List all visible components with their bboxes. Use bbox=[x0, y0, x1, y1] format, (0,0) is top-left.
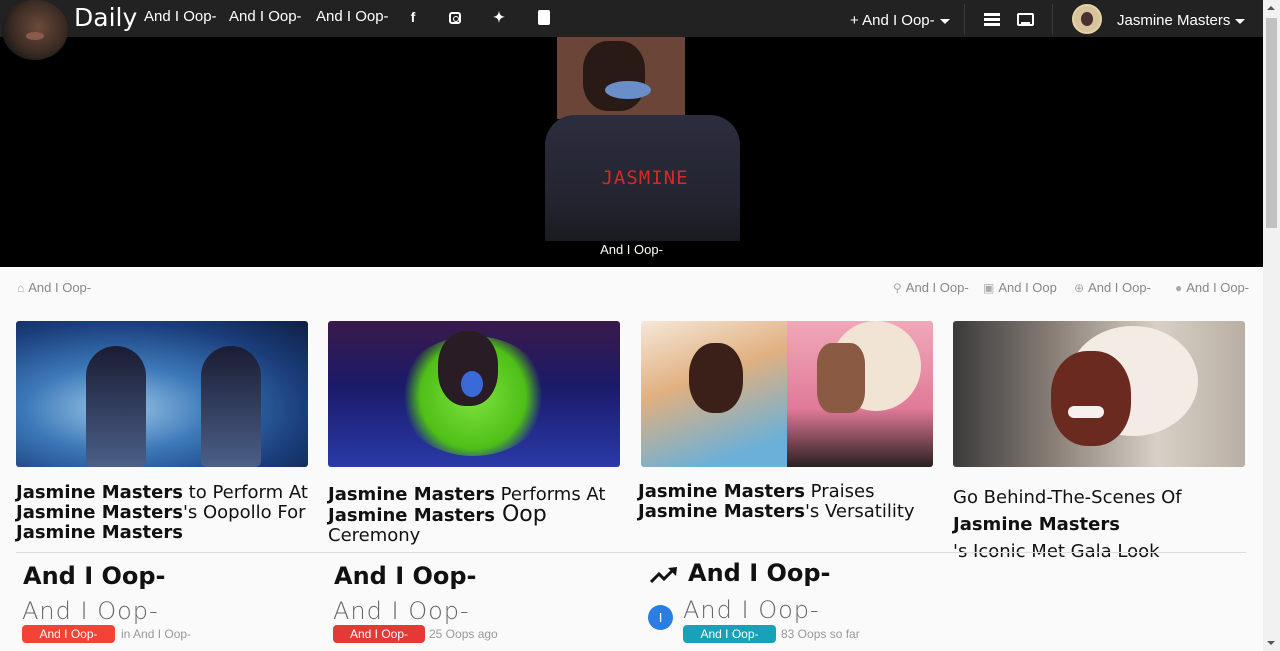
subnav-globe-label: And I Oop- bbox=[1088, 280, 1151, 295]
trending-icon bbox=[650, 567, 677, 584]
title-text: Oop bbox=[494, 502, 547, 527]
article-image-3[interactable] bbox=[641, 321, 933, 467]
subnav-home[interactable]: ⌂ And I Oop- bbox=[17, 280, 91, 295]
title-name: Jasmine Masters bbox=[638, 501, 805, 522]
menu-icon[interactable] bbox=[984, 13, 1000, 26]
globe-icon: ⊕ bbox=[1074, 281, 1085, 295]
widget-meta-1: in And I Oop- bbox=[121, 627, 192, 641]
chevron-down-icon bbox=[939, 18, 950, 24]
article-image-4[interactable] bbox=[953, 321, 1245, 467]
scroll-up-icon[interactable] bbox=[1267, 6, 1275, 10]
title-name: Jasmine Masters bbox=[953, 514, 1120, 535]
navbar-divider bbox=[964, 4, 965, 34]
user-menu-button[interactable]: Jasmine Masters bbox=[1117, 12, 1246, 29]
article-image-1[interactable] bbox=[16, 321, 308, 467]
user-name: Jasmine Masters bbox=[1117, 12, 1231, 29]
title-text: Praises bbox=[804, 481, 875, 502]
title-name: Jasmine Masters bbox=[16, 502, 183, 523]
scroll-thumb[interactable] bbox=[1266, 18, 1277, 228]
instagram-icon[interactable] bbox=[449, 12, 461, 24]
hero-banner: JASMINE And I Oop- bbox=[0, 37, 1263, 267]
youtube-icon[interactable] bbox=[538, 10, 550, 25]
nav-link-1[interactable]: And I Oop- bbox=[144, 8, 217, 25]
subnav-home-label: And I Oop- bbox=[28, 280, 92, 295]
section-divider bbox=[16, 552, 1246, 553]
subnav-globe[interactable]: ⊕ And I Oop- bbox=[1074, 280, 1151, 295]
widget-item-title-3[interactable]: And I Oop- bbox=[683, 596, 820, 624]
twitter-icon[interactable]: ✦ bbox=[491, 9, 507, 26]
widget-heading-3: And I Oop- bbox=[688, 559, 831, 587]
subnav-chat-label: And I Oop- bbox=[1186, 280, 1250, 295]
title-text: Go Behind-The-Scenes Of bbox=[953, 487, 1182, 508]
title-name: Jasmine Masters bbox=[328, 484, 495, 505]
plus-icon: + bbox=[850, 12, 859, 29]
page-scrollbar[interactable] bbox=[1263, 0, 1280, 651]
brand-logo[interactable]: Daily bbox=[74, 3, 137, 32]
navbar-divider bbox=[1052, 4, 1053, 34]
hero-image: JASMINE bbox=[545, 37, 740, 242]
title-name: Jasmine Masters bbox=[16, 482, 183, 503]
widget-meta-2: 25 Oops ago bbox=[429, 627, 498, 641]
facebook-icon[interactable]: f bbox=[405, 9, 421, 25]
user-avatar[interactable] bbox=[1072, 4, 1102, 34]
add-dropdown-button[interactable]: + And I Oop- bbox=[850, 12, 950, 29]
subnav-gallery[interactable]: ▣ And I Oop bbox=[983, 280, 1057, 295]
article-image-2[interactable] bbox=[328, 321, 620, 467]
subnav-search[interactable]: ⚲ And I Oop- bbox=[893, 280, 969, 295]
chevron-down-icon bbox=[1235, 18, 1246, 24]
nav-link-3[interactable]: And I Oop- bbox=[316, 8, 389, 25]
hero-caption: And I Oop- bbox=[600, 242, 663, 257]
article-title-2[interactable]: Jasmine Masters Performs At Jasmine Mast… bbox=[328, 485, 620, 546]
home-icon: ⌂ bbox=[17, 281, 25, 295]
title-text: 's Versatility bbox=[804, 501, 915, 522]
author-avatar[interactable]: I bbox=[648, 605, 673, 630]
title-text: Ceremony bbox=[328, 525, 421, 546]
category-badge-1[interactable]: And I Oop- bbox=[22, 625, 115, 643]
add-dropdown-label: And I Oop- bbox=[862, 12, 935, 29]
article-title-1[interactable]: Jasmine Masters to Perform At Jasmine Ma… bbox=[16, 483, 308, 543]
widget-item-title-1[interactable]: And I Oop- bbox=[22, 597, 159, 625]
subnav-search-label: And I Oop- bbox=[905, 280, 969, 295]
search-icon: ⚲ bbox=[893, 281, 902, 295]
article-title-3[interactable]: Jasmine Masters Praises Jasmine Masters'… bbox=[638, 482, 930, 522]
subnav-gallery-label: And I Oop bbox=[998, 280, 1057, 295]
title-name: Jasmine Masters bbox=[16, 522, 183, 543]
image-icon: ▣ bbox=[983, 281, 995, 295]
scroll-down-icon[interactable] bbox=[1267, 641, 1275, 645]
title-text: 's Oopollo For bbox=[182, 502, 306, 523]
title-name: Jasmine Masters bbox=[328, 505, 495, 526]
top-navbar: Daily And I Oop- And I Oop- And I Oop- f… bbox=[0, 0, 1263, 37]
widget-heading-1: And I Oop- bbox=[23, 562, 166, 590]
inbox-icon[interactable] bbox=[1017, 13, 1034, 26]
category-badge-3[interactable]: And I Oop- bbox=[683, 625, 776, 643]
widget-heading-2: And I Oop- bbox=[334, 562, 477, 590]
hero-shirt-text: JASMINE bbox=[601, 167, 689, 189]
subnav-chat[interactable]: ● And I Oop- bbox=[1175, 280, 1249, 295]
widget-item-title-2[interactable]: And I Oop- bbox=[333, 597, 470, 625]
chat-icon: ● bbox=[1175, 281, 1183, 295]
title-name: Jasmine Masters bbox=[638, 481, 805, 502]
nav-link-2[interactable]: And I Oop- bbox=[229, 8, 302, 25]
title-text: to Perform At bbox=[182, 482, 308, 503]
site-avatar[interactable] bbox=[2, 0, 68, 60]
category-badge-2[interactable]: And I Oop- bbox=[333, 625, 425, 643]
widget-meta-3: 83 Oops so far bbox=[781, 627, 860, 641]
